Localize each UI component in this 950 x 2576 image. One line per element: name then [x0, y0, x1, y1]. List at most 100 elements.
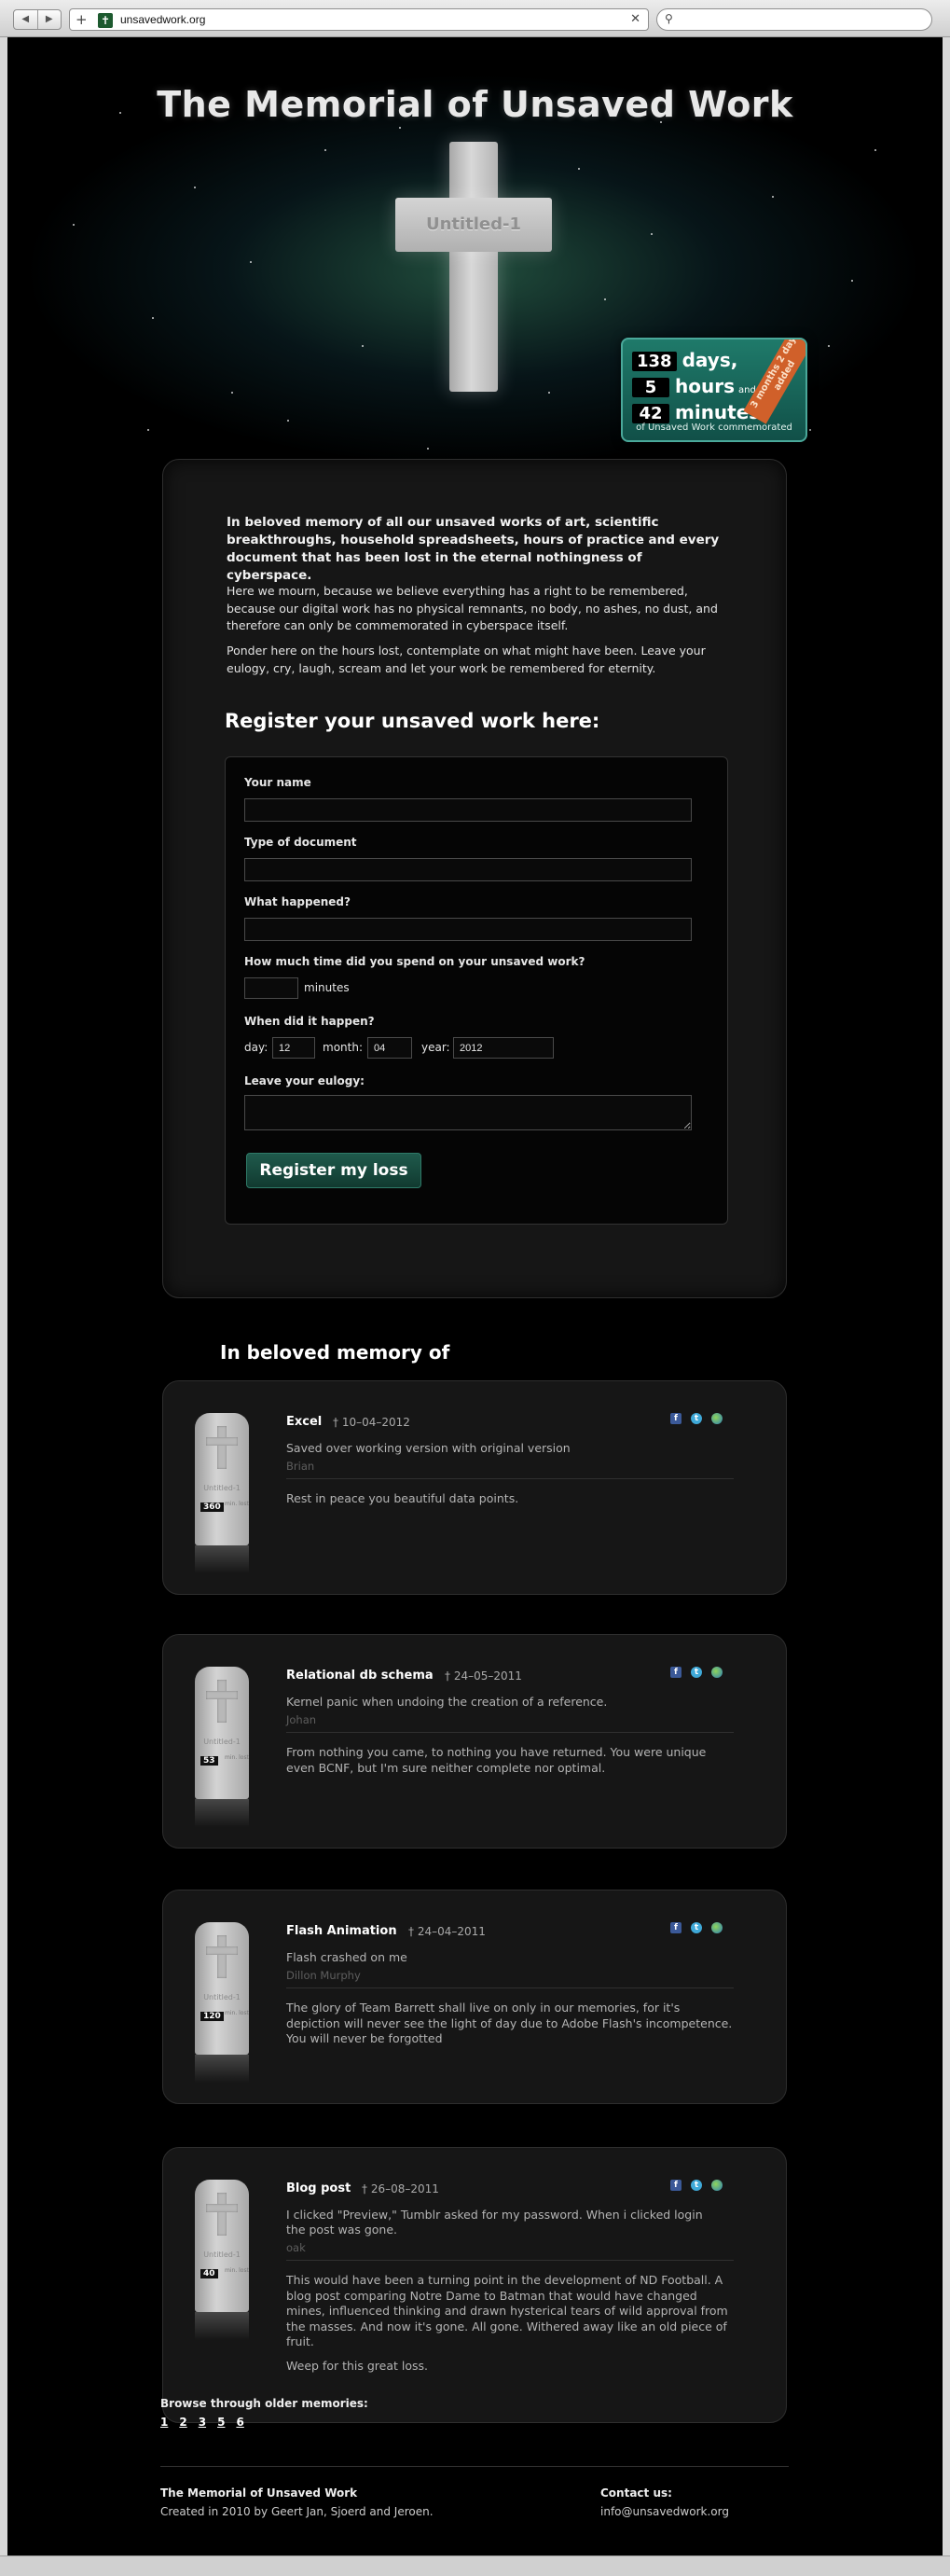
footer-site-name: The Memorial of Unsaved Work: [160, 2486, 358, 2500]
browse-label: Browse through older memories:: [160, 2397, 368, 2410]
star: [427, 448, 429, 450]
search-icon: ⚲: [665, 12, 673, 25]
memorial-author: Dillon Murphy: [286, 1969, 361, 1982]
counter-hours-row: 5 hours and: [632, 375, 756, 397]
web-share-icon[interactable]: [711, 1667, 723, 1678]
browser-statusbar: [0, 2555, 950, 2576]
tombstone-icon: Untitled-1 120 min. lost: [195, 1922, 249, 2083]
minutes-label: minutes: [304, 981, 350, 994]
when-label: When did it happen?: [244, 1015, 375, 1028]
site-favicon-icon: ✝: [98, 13, 113, 28]
twitter-share-icon[interactable]: t: [691, 1667, 702, 1678]
day-label: day:: [244, 1041, 268, 1054]
memorial-divider: [286, 1478, 734, 1479]
tombstone-minutes-label: min. lost: [225, 1501, 249, 1507]
back-icon[interactable]: ◀: [14, 10, 38, 29]
counter-days-label: days,: [682, 349, 738, 371]
tombstone-reflection: [195, 1545, 249, 1573]
forward-icon[interactable]: ▶: [38, 10, 62, 29]
twitter-share-icon[interactable]: t: [691, 1413, 702, 1424]
facebook-share-icon[interactable]: f: [670, 1667, 682, 1678]
facebook-share-icon[interactable]: f: [670, 2180, 682, 2191]
facebook-share-icon[interactable]: f: [670, 1413, 682, 1424]
memorial-description: I clicked "Preview," Tumblr asked for my…: [286, 2208, 703, 2237]
tombstone-name: Untitled-1: [203, 1738, 241, 1746]
memorial-author: Brian: [286, 1460, 315, 1473]
nav-buttons: ◀ ▶: [13, 9, 62, 30]
star: [809, 429, 811, 431]
memorial-author: Johan: [286, 1713, 317, 1726]
eulogy-field[interactable]: [244, 1095, 692, 1130]
what-happened-field[interactable]: [244, 918, 692, 941]
intro-lead: In beloved memory of all our unsaved wor…: [227, 515, 720, 583]
memorial-card: Untitled-1 53 min. lost Relational db sc…: [162, 1634, 787, 1849]
page-link[interactable]: 1: [160, 2416, 168, 2429]
add-bookmark-icon[interactable]: +: [76, 11, 88, 28]
day-field[interactable]: [272, 1037, 315, 1059]
counter-days: 138: [632, 352, 677, 371]
memorial-description: Kernel panic when undoing the creation o…: [286, 1695, 608, 1709]
memorial-card: Untitled-1 120 min. lost Flash Animation…: [162, 1890, 787, 2104]
year-field[interactable]: [453, 1037, 554, 1059]
memories-heading: In beloved memory of: [220, 1341, 450, 1364]
memorial-date: † 24–05–2011: [445, 1669, 522, 1683]
register-heading: Register your unsaved work here:: [225, 710, 600, 732]
star: [851, 280, 853, 282]
counter-minutes-row: 42 minutes: [632, 401, 760, 423]
tombstone-cross: [217, 1680, 227, 1723]
tombstone-minutes-label: min. lost: [225, 2267, 249, 2274]
web-share-icon[interactable]: [711, 1413, 723, 1424]
close-icon[interactable]: ✕: [630, 12, 640, 26]
eulogy-label: Leave your eulogy:: [244, 1074, 365, 1087]
web-share-icon[interactable]: [711, 2180, 723, 2191]
year-label: year:: [421, 1041, 450, 1054]
address-bar[interactable]: + ✝ unsavedwork.org ✕: [69, 8, 649, 31]
star: [287, 420, 289, 422]
tombstone-cross-arm: [206, 1437, 238, 1446]
tombstone-name: Untitled-1: [203, 2251, 241, 2259]
tombstone-minutes: 40: [200, 2269, 218, 2278]
page-link[interactable]: 6: [236, 2416, 243, 2429]
minutes-field[interactable]: [244, 977, 298, 999]
footer-divider: [160, 2466, 789, 2467]
month-field[interactable]: [367, 1037, 412, 1059]
twitter-share-icon[interactable]: t: [691, 2180, 702, 2191]
memorial-divider: [286, 1987, 734, 1988]
memorial-eulogy: From nothing you came, to nothing you ha…: [286, 1745, 707, 1775]
facebook-share-icon[interactable]: f: [670, 1922, 682, 1933]
browser-toolbar: ◀ ▶ + ✝ unsavedwork.org ✕ ⚲: [0, 0, 950, 37]
star: [604, 298, 606, 300]
tombstone-icon: Untitled-1 360 min. lost: [195, 1413, 249, 1573]
search-input[interactable]: ⚲: [656, 8, 932, 31]
tombstone-icon: Untitled-1 40 min. lost: [195, 2180, 249, 2340]
star: [548, 392, 550, 394]
memorial-date: † 24–04–2011: [408, 1925, 486, 1938]
star: [651, 233, 653, 235]
web-share-icon[interactable]: [711, 1922, 723, 1933]
star: [250, 261, 252, 263]
memorial-eulogy: This would have been a turning point in …: [286, 2273, 728, 2348]
memorial-description: Flash crashed on me: [286, 1950, 407, 1964]
tombstone-reflection: [195, 2055, 249, 2083]
url-text[interactable]: unsavedwork.org: [120, 13, 205, 26]
star: [73, 224, 75, 226]
name-field[interactable]: [244, 798, 692, 822]
counter-footer: of Unsaved Work commemorated: [636, 422, 792, 433]
star: [578, 168, 580, 170]
pagination: 12356: [160, 2416, 244, 2429]
tombstone-name: Untitled-1: [203, 1484, 241, 1492]
contact-email-link[interactable]: info@unsavedwork.org: [600, 2505, 729, 2518]
memorial-eulogy: The glory of Team Barrett shall live on …: [286, 2001, 733, 2045]
page-link[interactable]: 5: [217, 2416, 225, 2429]
memorial-title: Flash Animation: [286, 1924, 397, 1938]
register-loss-button[interactable]: Register my loss: [246, 1153, 421, 1188]
tombstone-cross-arm: [206, 2204, 238, 2212]
page-link[interactable]: 3: [199, 2416, 206, 2429]
twitter-share-icon[interactable]: t: [691, 1922, 702, 1933]
star: [152, 317, 154, 319]
memorial-date: † 10–04–2012: [333, 1416, 410, 1429]
what-label: What happened?: [244, 895, 351, 908]
counter-days-row: 138 days,: [632, 349, 737, 371]
page-link[interactable]: 2: [179, 2416, 186, 2429]
document-type-field[interactable]: [244, 858, 692, 881]
